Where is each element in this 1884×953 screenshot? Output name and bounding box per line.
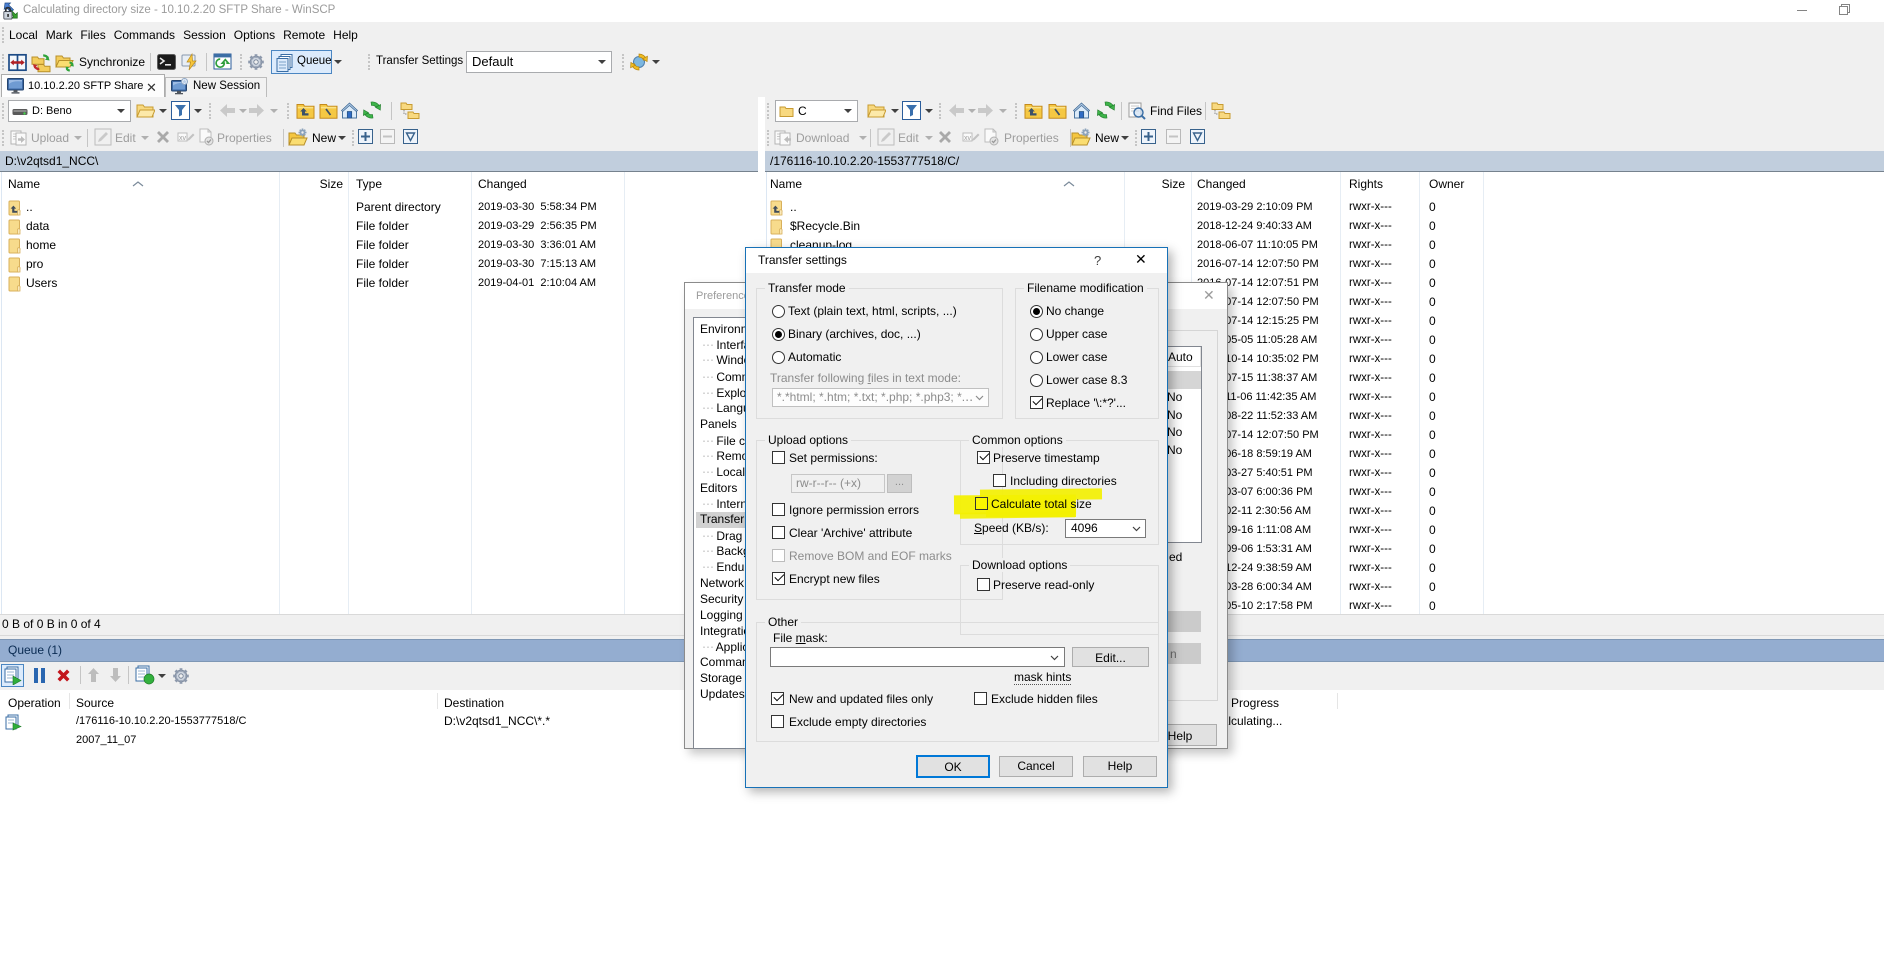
svg-text:xv: xv <box>179 135 187 142</box>
svg-text:xv: xv <box>964 135 972 142</box>
